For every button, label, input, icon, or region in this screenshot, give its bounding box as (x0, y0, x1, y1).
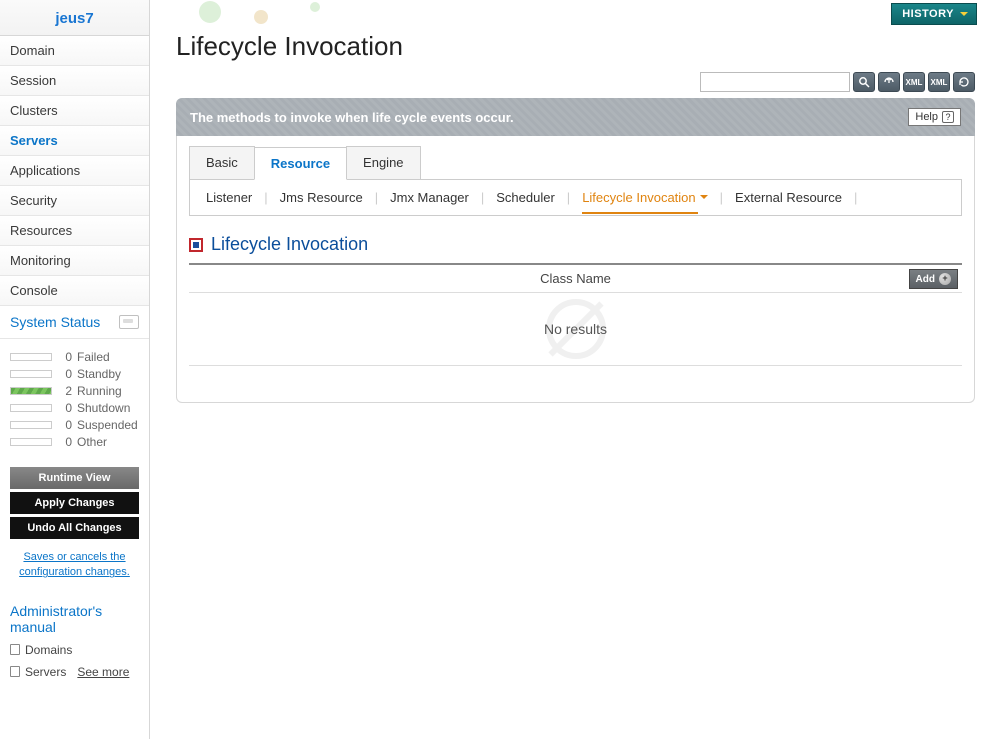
table: Class Name Add + No results (189, 263, 962, 366)
subtab-listener[interactable]: Listener (202, 190, 256, 205)
book-icon (10, 644, 20, 655)
xml-upload-button[interactable]: XML (903, 72, 925, 92)
sidebar: jeus7 Domain Session Clusters Servers Ap… (0, 0, 150, 739)
add-button[interactable]: Add + (909, 269, 958, 289)
export-icon (883, 76, 895, 88)
help-button[interactable]: Help ? (908, 108, 961, 126)
empty-state: No results (189, 293, 962, 365)
refresh-icon (958, 76, 970, 88)
status-row-suspended: 0Suspended (10, 418, 139, 432)
xml-download-button[interactable]: XML (928, 72, 950, 92)
apply-changes-button[interactable]: Apply Changes (10, 492, 139, 514)
nav-servers[interactable]: Servers (0, 126, 149, 156)
brand-title: jeus7 (0, 0, 149, 36)
xml-icon: XML (931, 78, 948, 87)
search-button[interactable] (853, 72, 875, 92)
nav-clusters[interactable]: Clusters (0, 96, 149, 126)
column-class-name: Class Name (540, 271, 611, 286)
system-status-title: System Status (10, 314, 100, 330)
status-row-running: 2Running (10, 384, 139, 398)
tab-basic[interactable]: Basic (189, 146, 255, 179)
status-row-failed: 0Failed (10, 350, 139, 364)
subtabs: Listener| Jms Resource| Jmx Manager| Sch… (189, 180, 962, 216)
status-list: 0Failed 0Standby 2Running 0Shutdown 0Sus… (0, 339, 149, 464)
undo-all-changes-button[interactable]: Undo All Changes (10, 517, 139, 539)
description-bar: The methods to invoke when life cycle ev… (176, 98, 975, 136)
subtab-jms-resource[interactable]: Jms Resource (276, 190, 367, 205)
export-button[interactable] (878, 72, 900, 92)
nav-domain[interactable]: Domain (0, 36, 149, 66)
see-more-link[interactable]: See more (77, 665, 129, 679)
tabs: Basic Resource Engine (189, 146, 962, 180)
help-icon: ? (942, 111, 954, 123)
status-row-standby: 0Standby (10, 367, 139, 381)
nav-monitoring[interactable]: Monitoring (0, 246, 149, 276)
main-area: HISTORY Lifecycle Invocation XML XML The… (150, 0, 983, 403)
subtab-jmx-manager[interactable]: Jmx Manager (386, 190, 473, 205)
subtab-external-resource[interactable]: External Resource (731, 190, 846, 205)
config-note-link[interactable]: Saves or cancels the configuration chang… (0, 550, 149, 593)
server-icon (119, 315, 139, 329)
manual-title: Administrator's manual (0, 593, 149, 639)
nav-resources[interactable]: Resources (0, 216, 149, 246)
search-input[interactable] (700, 72, 850, 92)
refresh-button[interactable] (953, 72, 975, 92)
content-body: Basic Resource Engine Listener| Jms Reso… (176, 136, 975, 403)
history-button[interactable]: HISTORY (891, 3, 977, 25)
description-text: The methods to invoke when life cycle ev… (190, 110, 514, 125)
status-row-shutdown: 0Shutdown (10, 401, 139, 415)
manual-servers[interactable]: ServersSee more (0, 661, 149, 683)
section-icon (189, 238, 203, 252)
system-status-header: System Status (0, 306, 149, 339)
xml-icon: XML (906, 78, 923, 87)
nav-console[interactable]: Console (0, 276, 149, 306)
chevron-down-icon (700, 195, 708, 203)
section-title: Lifecycle Invocation (211, 234, 368, 255)
section-header: Lifecycle Invocation (189, 234, 962, 255)
subtab-scheduler[interactable]: Scheduler (492, 190, 559, 205)
plus-icon: + (939, 273, 951, 285)
table-header-row: Class Name Add + (189, 265, 962, 293)
topbar: HISTORY (176, 0, 983, 27)
toolbar: XML XML (176, 68, 983, 98)
subtab-lifecycle-invocation[interactable]: Lifecycle Invocation (578, 190, 711, 205)
runtime-view-button[interactable]: Runtime View (10, 467, 139, 489)
book-icon (10, 666, 20, 677)
tab-resource[interactable]: Resource (254, 147, 347, 180)
manual-domains[interactable]: Domains (0, 639, 149, 661)
nav-session[interactable]: Session (0, 66, 149, 96)
page-title: Lifecycle Invocation (176, 27, 983, 68)
nav-applications[interactable]: Applications (0, 156, 149, 186)
tab-engine[interactable]: Engine (346, 146, 420, 179)
status-row-other: 0Other (10, 435, 139, 449)
search-icon (858, 76, 870, 88)
nav-security[interactable]: Security (0, 186, 149, 216)
